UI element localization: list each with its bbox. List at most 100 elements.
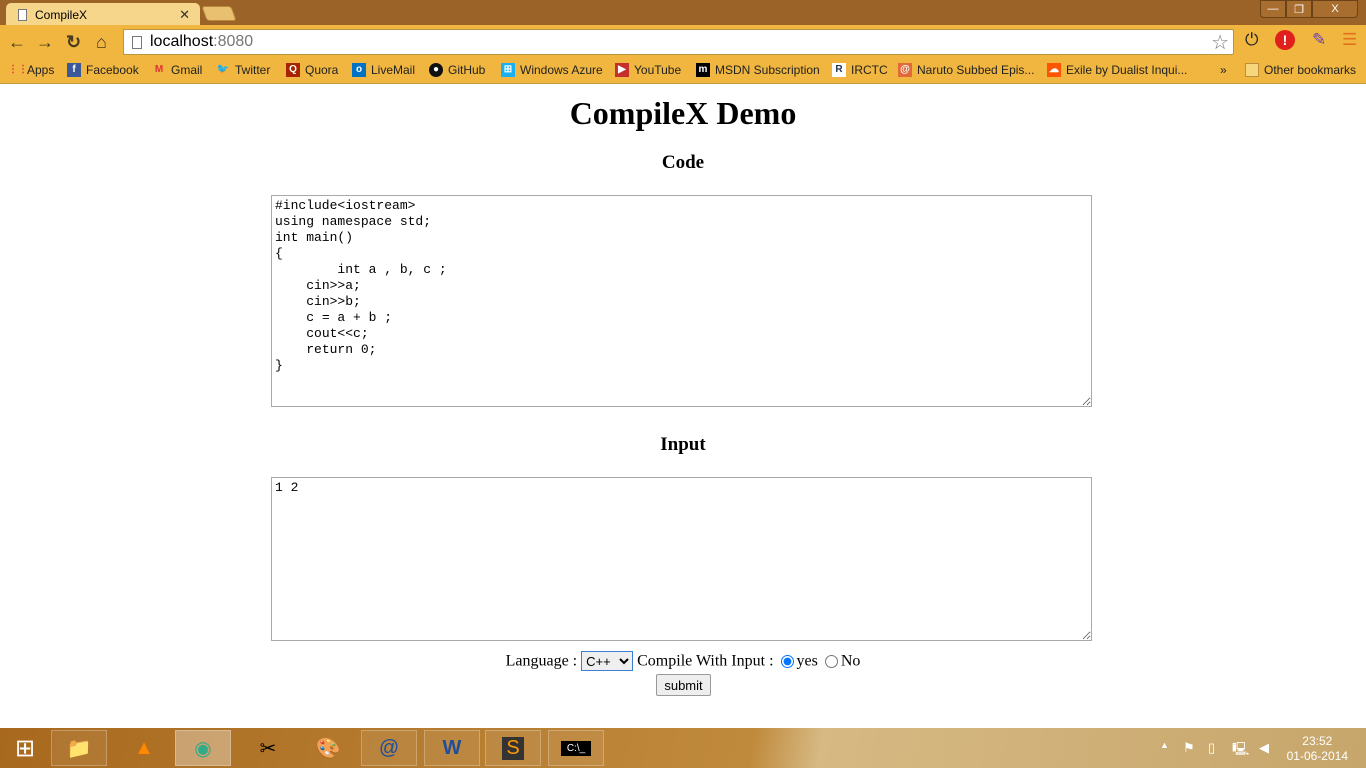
bookmark-apps[interactable]: ⋮⋮ Apps xyxy=(8,63,54,77)
taskbar-email[interactable]: @ xyxy=(361,730,417,766)
bookmark-label: Apps xyxy=(27,63,55,77)
taskbar-word[interactable]: W xyxy=(424,730,480,766)
bookmark-label: Naruto Subbed Epis... xyxy=(917,63,1035,77)
facebook-icon: f xyxy=(67,63,81,77)
twitter-icon: 🐦 xyxy=(216,64,230,75)
browser-titlebar: CompileX ✕ — ❐ X xyxy=(0,0,1366,26)
menu-icon[interactable]: ☰ xyxy=(1342,30,1357,50)
forward-icon[interactable]: → xyxy=(36,32,54,53)
bookmark-label: Exile by Dualist Inqui... xyxy=(1066,63,1188,77)
sublime-icon: S xyxy=(502,736,524,760)
bookmark-windows-azure[interactable]: ⊞ Windows Azure xyxy=(501,63,603,77)
new-tab-button[interactable] xyxy=(201,6,237,21)
power-icon[interactable]: ⏻ xyxy=(1245,30,1258,50)
bookmark-facebook[interactable]: f Facebook xyxy=(67,63,139,77)
bookmark-label: Quora xyxy=(305,63,339,77)
input-textarea[interactable]: 1 2 xyxy=(271,477,1092,641)
chrome-icon: ◉ xyxy=(194,737,212,760)
bookmarks-bar: ⋮⋮ Apps f Facebook M Gmail 🐦 Twitter Q Quora … xyxy=(0,60,1366,84)
bookmark-label: MSDN Subscription xyxy=(715,63,820,77)
network-icon[interactable]: 🖳 xyxy=(1232,740,1249,762)
taskbar-paint[interactable]: 🎨 xyxy=(300,730,356,766)
bookmarks-overflow-button[interactable]: » xyxy=(1220,63,1227,77)
vlc-icon: ▲ xyxy=(134,736,154,759)
taskbar-file-explorer[interactable]: 📁 xyxy=(51,730,107,766)
page-icon xyxy=(132,35,142,49)
language-select[interactable]: C++ xyxy=(581,651,634,671)
restore-button[interactable]: ❐ xyxy=(1286,0,1312,18)
bookmark-quora[interactable]: Q Quora xyxy=(286,63,338,77)
page-icon xyxy=(18,8,27,21)
radio-no[interactable] xyxy=(824,655,838,669)
github-icon: ● xyxy=(429,63,443,77)
windows-icon: ⊞ xyxy=(501,63,515,77)
battery-icon[interactable]: ▯ xyxy=(1208,740,1215,756)
reload-icon[interactable]: ↻ xyxy=(66,32,81,53)
taskbar-sublime[interactable]: S xyxy=(485,730,541,766)
clock[interactable]: 23:52 01-06-2014 xyxy=(1287,734,1348,764)
submit-button[interactable]: submit xyxy=(656,674,711,696)
quora-icon: Q xyxy=(286,63,300,77)
back-icon[interactable]: ← xyxy=(8,32,26,53)
url-port: :8080 xyxy=(213,33,254,50)
bookmark-irctc[interactable]: R IRCTC xyxy=(832,63,888,77)
irctc-icon: R xyxy=(832,63,846,77)
outlook-icon: o xyxy=(352,63,366,77)
bookmark-label: Windows Azure xyxy=(520,63,603,77)
minimize-button[interactable]: — xyxy=(1260,0,1286,18)
bookmark-exile[interactable]: ☁ Exile by Dualist Inqui... xyxy=(1047,63,1187,77)
bookmark-star-icon[interactable]: ☆ xyxy=(1211,30,1229,55)
tab-title: CompileX xyxy=(35,7,88,22)
code-textarea[interactable]: #include<iostream> using namespace std; … xyxy=(271,195,1092,407)
code-heading: Code xyxy=(661,152,705,173)
page-title: CompileX Demo xyxy=(569,95,797,131)
taskbar-cmd[interactable]: C:\_ xyxy=(548,730,604,766)
folder-icon xyxy=(1245,63,1259,77)
home-icon[interactable]: ⌂ xyxy=(96,32,107,53)
bookmark-naruto[interactable]: @ Naruto Subbed Epis... xyxy=(898,63,1034,77)
bookmark-gmail[interactable]: M Gmail xyxy=(152,63,203,77)
bookmark-label: IRCTC xyxy=(851,63,888,77)
close-window-button[interactable]: X xyxy=(1312,0,1358,18)
start-button[interactable]: ⊞ xyxy=(0,730,50,766)
bookmark-label: Facebook xyxy=(86,63,139,77)
bookmark-github[interactable]: ● GitHub xyxy=(429,63,485,77)
alert-extension-icon[interactable]: ! xyxy=(1275,30,1295,50)
close-tab-icon[interactable]: ✕ xyxy=(179,7,190,23)
taskbar-snipping-tool[interactable]: ✂ xyxy=(240,730,296,766)
bookmark-livemail[interactable]: o LiveMail xyxy=(352,63,415,77)
command-prompt-icon: C:\_ xyxy=(560,740,592,756)
bookmark-label: LiveMail xyxy=(371,63,416,77)
eyedropper-icon[interactable]: ✎ xyxy=(1312,30,1326,50)
taskbar-vlc[interactable]: ▲ xyxy=(116,730,172,766)
language-label: Language : xyxy=(505,652,578,670)
browser-toolbar: ← → ↻ ⌂ localhost:8080 ☆ ⏻ ! ✎ ☰ xyxy=(0,25,1366,60)
action-center-flag-icon[interactable]: ⚑ xyxy=(1183,740,1195,756)
radio-yes-label: yes xyxy=(796,652,818,670)
browser-tab[interactable]: CompileX ✕ xyxy=(6,3,200,26)
clock-date: 01-06-2014 xyxy=(1286,749,1348,763)
bookmark-youtube[interactable]: ▶ YouTube xyxy=(615,63,681,77)
volume-icon[interactable]: ◀ xyxy=(1259,740,1269,756)
address-bar[interactable]: localhost:8080 ☆ xyxy=(123,29,1234,55)
palette-icon: 🎨 xyxy=(315,737,341,760)
bookmark-twitter[interactable]: 🐦 Twitter xyxy=(216,63,271,77)
show-hidden-icons[interactable]: ▲ xyxy=(1160,740,1169,750)
page-content: CompileX Demo Code #include<iostream> us… xyxy=(0,85,1366,728)
input-heading: Input xyxy=(660,434,706,455)
taskbar-chrome[interactable]: ◉ xyxy=(175,730,231,766)
youtube-icon: ▶ xyxy=(615,63,629,77)
email-icon: @ xyxy=(378,736,400,759)
apps-grid-icon: ⋮⋮ xyxy=(8,64,28,75)
bookmark-label: Gmail xyxy=(171,63,203,77)
radio-yes[interactable] xyxy=(780,655,794,669)
url-host: localhost xyxy=(150,33,214,50)
gmail-icon: M xyxy=(154,64,164,75)
scissors-icon: ✂ xyxy=(259,737,277,760)
bookmark-label: GitHub xyxy=(448,63,486,77)
clock-time: 23:52 xyxy=(1302,734,1333,748)
taskbar: ⊞ 📁 ▲ ◉ ✂ 🎨 @ W S C:\_ ▲ ⚑ ▯ 🖳 ◀ 23:52 0… xyxy=(0,728,1366,768)
other-bookmarks[interactable]: Other bookmarks xyxy=(1245,63,1356,77)
bookmark-msdn[interactable]: m MSDN Subscription xyxy=(696,63,820,77)
compile-with-input-label: Compile With Input : xyxy=(637,652,774,670)
